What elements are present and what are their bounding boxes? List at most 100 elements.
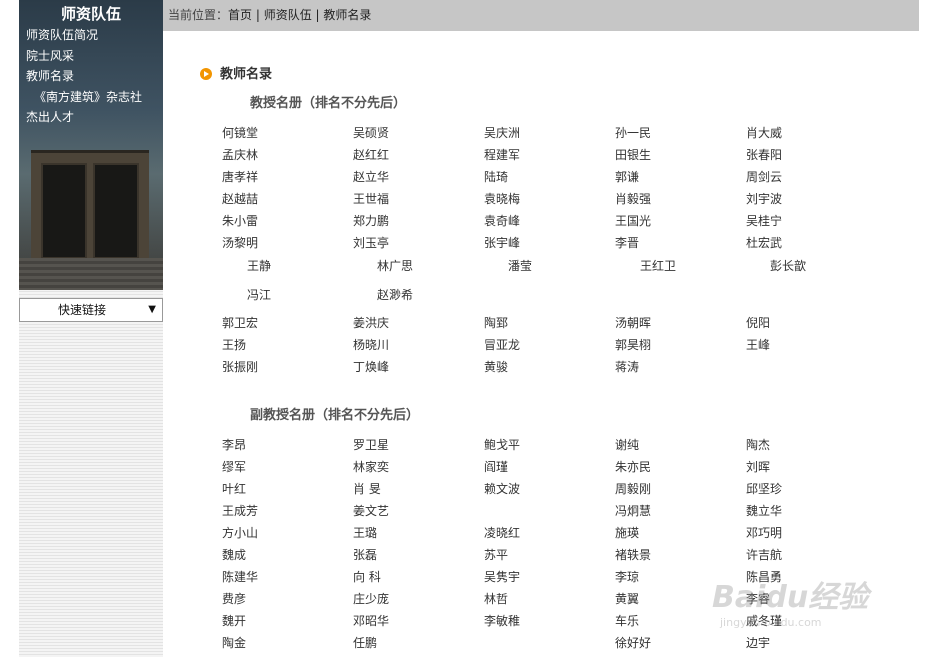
teacher-name[interactable]: 任鹏 — [353, 634, 377, 651]
teacher-name[interactable]: 孟庆林 — [222, 146, 258, 163]
teacher-name[interactable]: 魏开 — [222, 612, 246, 629]
teacher-name[interactable]: 黄翼 — [615, 590, 639, 607]
breadcrumb-path[interactable]: 首页 | 师资队伍 | 教师名录 — [228, 8, 371, 22]
teacher-name[interactable]: 王世福 — [353, 190, 389, 207]
teacher-name[interactable]: 冯江 — [247, 286, 271, 303]
teacher-name[interactable]: 王红卫 — [640, 257, 676, 274]
teacher-name[interactable]: 潘莹 — [508, 257, 532, 274]
teacher-name[interactable]: 魏成 — [222, 546, 246, 563]
teacher-name[interactable]: 刘晖 — [746, 458, 770, 475]
teacher-name[interactable]: 王静 — [247, 257, 271, 274]
teacher-name[interactable]: 肖毅强 — [615, 190, 651, 207]
teacher-name[interactable]: 王峰 — [746, 336, 770, 353]
teacher-name[interactable]: 鲍戈平 — [484, 436, 520, 453]
teacher-name[interactable]: 许吉航 — [746, 546, 782, 563]
teacher-name[interactable]: 孙一民 — [615, 124, 651, 141]
teacher-name[interactable]: 叶红 — [222, 480, 246, 497]
teacher-name[interactable]: 邱坚珍 — [746, 480, 782, 497]
teacher-name[interactable]: 吴硕贤 — [353, 124, 389, 141]
teacher-name[interactable]: 彭长歆 — [770, 257, 806, 274]
teacher-name[interactable]: 姜洪庆 — [353, 314, 389, 331]
teacher-name[interactable]: 李昂 — [222, 436, 246, 453]
teacher-name[interactable]: 杨晓川 — [353, 336, 389, 353]
teacher-name[interactable]: 冯炯慧 — [615, 502, 651, 519]
teacher-name[interactable]: 费彦 — [222, 590, 246, 607]
teacher-name[interactable]: 魏立华 — [746, 502, 782, 519]
teacher-name[interactable]: 缪军 — [222, 458, 246, 475]
teacher-name[interactable]: 林家奕 — [353, 458, 389, 475]
teacher-name[interactable]: 郑力鹏 — [353, 212, 389, 229]
teacher-name[interactable]: 汤黎明 — [222, 234, 258, 251]
teacher-name[interactable]: 李晋 — [615, 234, 639, 251]
teacher-name[interactable]: 郭昊栩 — [615, 336, 651, 353]
teacher-name[interactable]: 周毅刚 — [615, 480, 651, 497]
teacher-name[interactable]: 姜文艺 — [353, 502, 389, 519]
teacher-name[interactable]: 陈建华 — [222, 568, 258, 585]
teacher-name[interactable]: 冒亚龙 — [484, 336, 520, 353]
teacher-name[interactable]: 丁焕峰 — [353, 358, 389, 375]
teacher-name[interactable]: 庄少庞 — [353, 590, 389, 607]
teacher-name[interactable]: 郭谦 — [615, 168, 639, 185]
sidebar-item-overview[interactable]: 师资队伍简况 — [26, 25, 142, 46]
teacher-name[interactable]: 蒋涛 — [615, 358, 639, 375]
teacher-name[interactable]: 肖大威 — [746, 124, 782, 141]
teacher-name[interactable]: 陶杰 — [746, 436, 770, 453]
teacher-name[interactable]: 赖文波 — [484, 480, 520, 497]
teacher-name[interactable]: 张振刚 — [222, 358, 258, 375]
teacher-name[interactable]: 谢纯 — [615, 436, 639, 453]
teacher-name[interactable]: 吴桂宁 — [746, 212, 782, 229]
teacher-name[interactable]: 褚轶景 — [615, 546, 651, 563]
teacher-name[interactable]: 何镜堂 — [222, 124, 258, 141]
teacher-name[interactable]: 林广思 — [377, 257, 413, 274]
teacher-name[interactable]: 程建军 — [484, 146, 520, 163]
teacher-name[interactable]: 阎瑾 — [484, 458, 508, 475]
sidebar-item-academicians[interactable]: 院士风采 — [26, 46, 142, 67]
teacher-name[interactable]: 杜宏武 — [746, 234, 782, 251]
teacher-name[interactable]: 周剑云 — [746, 168, 782, 185]
teacher-name[interactable]: 田银生 — [615, 146, 651, 163]
teacher-name[interactable]: 邓巧明 — [746, 524, 782, 541]
quick-links-select[interactable]: 快速链接 ▼ — [19, 298, 163, 322]
teacher-name[interactable]: 边宇 — [746, 634, 770, 651]
teacher-name[interactable]: 朱小雷 — [222, 212, 258, 229]
teacher-name[interactable]: 陆琦 — [484, 168, 508, 185]
teacher-name[interactable]: 李琼 — [615, 568, 639, 585]
teacher-name[interactable]: 林哲 — [484, 590, 508, 607]
teacher-name[interactable]: 张磊 — [353, 546, 377, 563]
teacher-name[interactable]: 车乐 — [615, 612, 639, 629]
teacher-name[interactable]: 刘宇波 — [746, 190, 782, 207]
teacher-name[interactable]: 罗卫星 — [353, 436, 389, 453]
teacher-name[interactable]: 吴庆洲 — [484, 124, 520, 141]
teacher-name[interactable]: 赵越喆 — [222, 190, 258, 207]
teacher-name[interactable]: 苏平 — [484, 546, 508, 563]
teacher-name[interactable]: 施瑛 — [615, 524, 639, 541]
sidebar-item-talents[interactable]: 杰出人才 — [26, 107, 142, 128]
teacher-name[interactable]: 王璐 — [353, 524, 377, 541]
teacher-name[interactable]: 方小山 — [222, 524, 258, 541]
teacher-name[interactable]: 唐孝祥 — [222, 168, 258, 185]
teacher-name[interactable]: 王成芳 — [222, 502, 258, 519]
teacher-name[interactable]: 王扬 — [222, 336, 246, 353]
teacher-name[interactable]: 赵立华 — [353, 168, 389, 185]
teacher-name[interactable]: 赵渺希 — [377, 286, 413, 303]
teacher-name[interactable]: 郭卫宏 — [222, 314, 258, 331]
sidebar-item-teacher-list[interactable]: 教师名录 — [26, 66, 142, 87]
sidebar-item-magazine[interactable]: 《南方建筑》杂志社 — [26, 87, 142, 108]
teacher-name[interactable]: 袁晓梅 — [484, 190, 520, 207]
teacher-name[interactable]: 朱亦民 — [615, 458, 651, 475]
teacher-name[interactable]: 王国光 — [615, 212, 651, 229]
teacher-name[interactable]: 汤朝晖 — [615, 314, 651, 331]
teacher-name[interactable]: 张春阳 — [746, 146, 782, 163]
teacher-name[interactable]: 赵红红 — [353, 146, 389, 163]
teacher-name[interactable]: 邓昭华 — [353, 612, 389, 629]
teacher-name[interactable]: 张宇峰 — [484, 234, 520, 251]
teacher-name[interactable]: 陶金 — [222, 634, 246, 651]
teacher-name[interactable]: 倪阳 — [746, 314, 770, 331]
teacher-name[interactable]: 吴隽宇 — [484, 568, 520, 585]
teacher-name[interactable]: 肖 旻 — [353, 480, 381, 497]
teacher-name[interactable]: 李敏稚 — [484, 612, 520, 629]
teacher-name[interactable]: 袁奇峰 — [484, 212, 520, 229]
teacher-name[interactable]: 刘玉亭 — [353, 234, 389, 251]
teacher-name[interactable]: 向 科 — [353, 568, 381, 585]
teacher-name[interactable]: 陶郅 — [484, 314, 508, 331]
